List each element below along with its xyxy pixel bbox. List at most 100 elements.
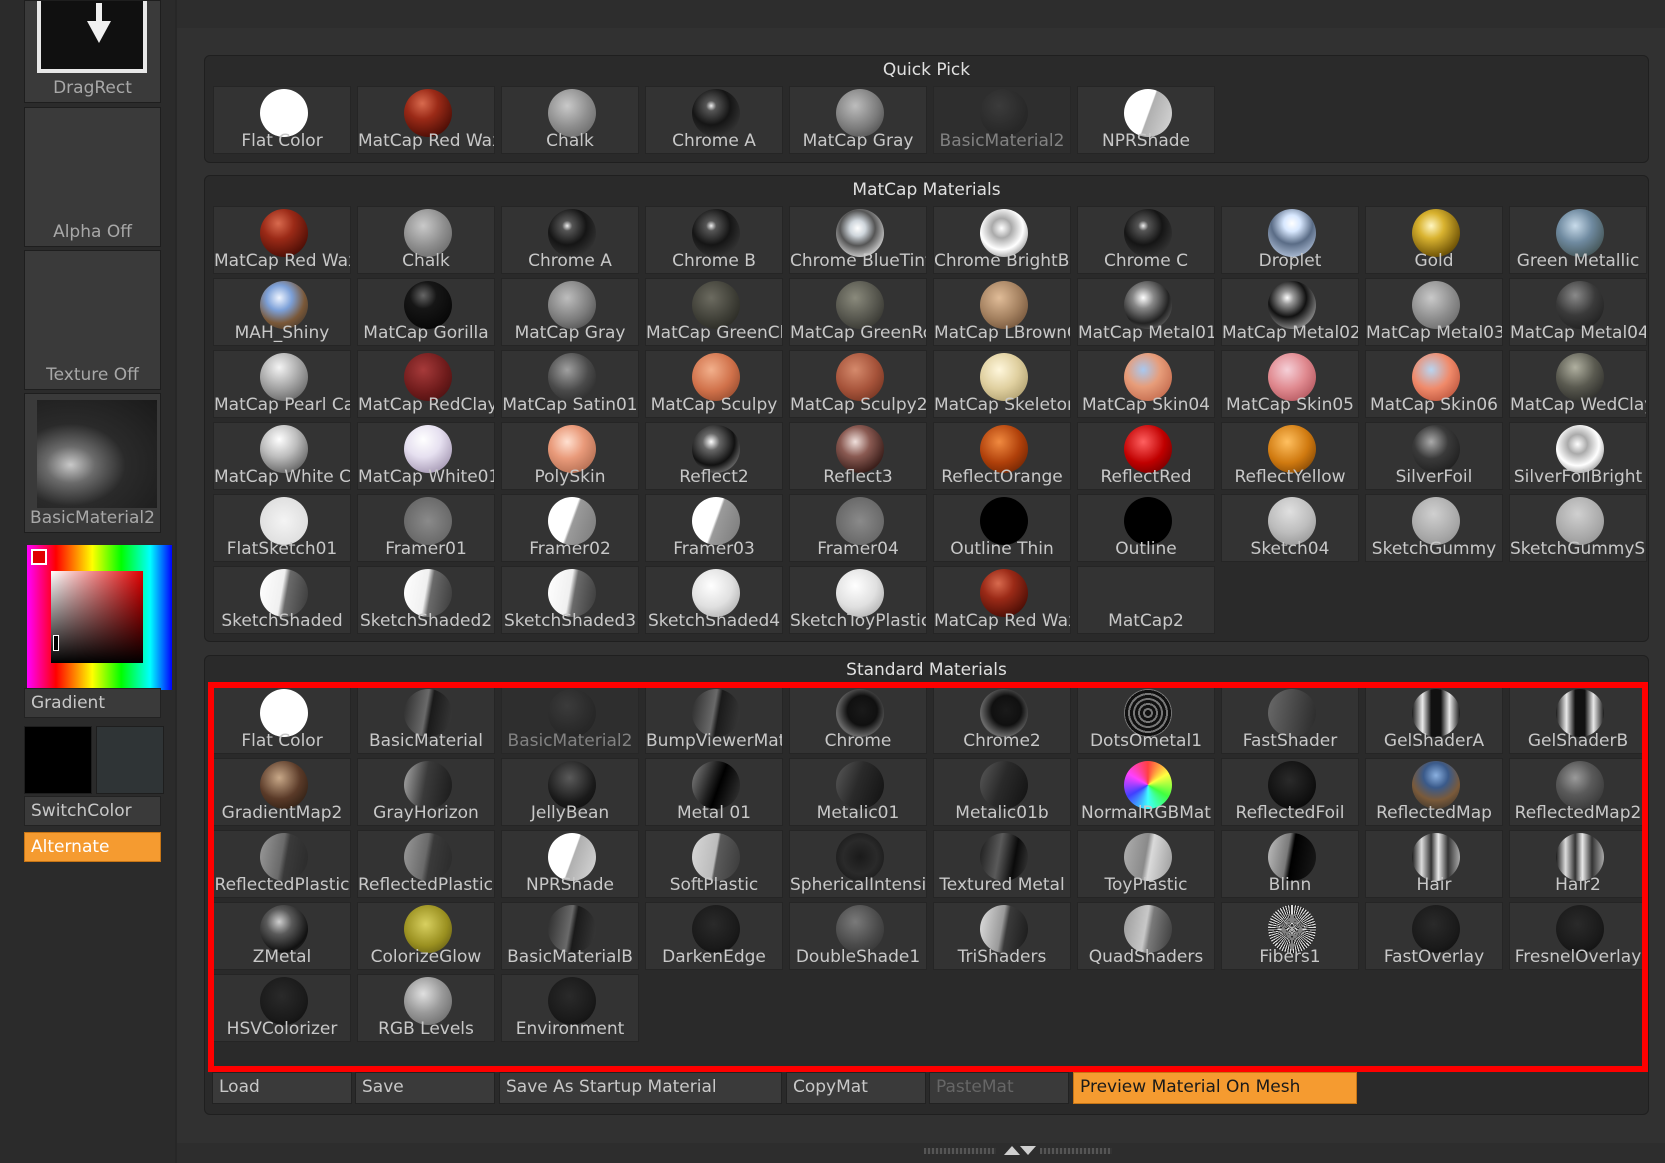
- material-chalk[interactable]: Chalk: [357, 206, 495, 274]
- material-matcap-red-wax[interactable]: MatCap Red Wax: [213, 206, 351, 274]
- texture-off-button[interactable]: Texture Off: [24, 250, 161, 390]
- material-sphericalintensity[interactable]: SphericalIntensity: [789, 830, 927, 898]
- material-outline-thin[interactable]: Outline Thin: [933, 494, 1071, 562]
- material-metalic01[interactable]: Metalic01: [789, 758, 927, 826]
- pastemat-button[interactable]: PasteMat: [929, 1072, 1069, 1104]
- material-matcap-metal02[interactable]: MatCap Metal02: [1221, 278, 1359, 346]
- material-gold[interactable]: Gold: [1365, 206, 1503, 274]
- material-toyplastic[interactable]: ToyPlastic: [1077, 830, 1215, 898]
- secondary-color-swatch[interactable]: [96, 726, 164, 794]
- material-matcap-metal01[interactable]: MatCap Metal01: [1077, 278, 1215, 346]
- material-outline[interactable]: Outline: [1077, 494, 1215, 562]
- material-sketchshaded2[interactable]: SketchShaded2: [357, 566, 495, 634]
- material-hair[interactable]: Hair: [1365, 830, 1503, 898]
- material-reflectred[interactable]: ReflectRed: [1077, 422, 1215, 490]
- material-hair2[interactable]: Hair2: [1509, 830, 1647, 898]
- material-matcap-gray[interactable]: MatCap Gray: [789, 86, 927, 154]
- copymat-button[interactable]: CopyMat: [786, 1072, 926, 1104]
- color-picker[interactable]: [27, 545, 172, 690]
- material-sketchtoyplastic[interactable]: SketchToyPlastic: [789, 566, 927, 634]
- material-green-metallic[interactable]: Green Metallic: [1509, 206, 1647, 274]
- dragrect-button[interactable]: DragRect: [24, 0, 161, 103]
- material-matcap-pearl-cav[interactable]: MatCap Pearl Cav: [213, 350, 351, 418]
- material-sketchshaded3[interactable]: SketchShaded3: [501, 566, 639, 634]
- material-textured-metal[interactable]: Textured Metal: [933, 830, 1071, 898]
- material-matcap-redclay[interactable]: MatCap RedClay: [357, 350, 495, 418]
- material-framer04[interactable]: Framer04: [789, 494, 927, 562]
- material-matcap-skin04[interactable]: MatCap Skin04: [1077, 350, 1215, 418]
- material-normalrgbmat[interactable]: NormalRGBMat: [1077, 758, 1215, 826]
- material-framer03[interactable]: Framer03: [645, 494, 783, 562]
- material-grayhorizon[interactable]: GrayHorizon: [357, 758, 495, 826]
- preview-material-button[interactable]: Preview Material On Mesh: [1073, 1072, 1357, 1104]
- material-chrome[interactable]: Chrome: [789, 686, 927, 754]
- material-fastoverlay[interactable]: FastOverlay: [1365, 902, 1503, 970]
- material-matcap-greenro[interactable]: MatCap GreenRo: [789, 278, 927, 346]
- panel-resize-handle[interactable]: [920, 1146, 1120, 1156]
- material-trishaders[interactable]: TriShaders: [933, 902, 1071, 970]
- material-reflectorange[interactable]: ReflectOrange: [933, 422, 1071, 490]
- material-reflectedmap[interactable]: ReflectedMap: [1365, 758, 1503, 826]
- material-matcap2[interactable]: MatCap2: [1077, 566, 1215, 634]
- switchcolor-button[interactable]: SwitchColor: [24, 796, 161, 826]
- material-nprshade[interactable]: NPRShade: [1077, 86, 1215, 154]
- material-environment[interactable]: Environment: [501, 974, 639, 1042]
- material-fastshader[interactable]: FastShader: [1221, 686, 1359, 754]
- material-matcap-gray[interactable]: MatCap Gray: [501, 278, 639, 346]
- material-reflect3[interactable]: Reflect3: [789, 422, 927, 490]
- material-silverfoilbright[interactable]: SilverFoilBright: [1509, 422, 1647, 490]
- material-gelshaderb[interactable]: GelShaderB: [1509, 686, 1647, 754]
- material-chrome-brightbl[interactable]: Chrome BrightBl: [933, 206, 1071, 274]
- material-reflectedfoil[interactable]: ReflectedFoil: [1221, 758, 1359, 826]
- material-gelshadera[interactable]: GelShaderA: [1365, 686, 1503, 754]
- material-chrome2[interactable]: Chrome2: [933, 686, 1071, 754]
- material-framer01[interactable]: Framer01: [357, 494, 495, 562]
- material-framer02[interactable]: Framer02: [501, 494, 639, 562]
- material-matcap-metal03[interactable]: MatCap Metal03: [1365, 278, 1503, 346]
- color-picker-sv-square[interactable]: [51, 571, 143, 663]
- material-reflect2[interactable]: Reflect2: [645, 422, 783, 490]
- material-colorizeglow[interactable]: ColorizeGlow: [357, 902, 495, 970]
- material-matcap-wedclay[interactable]: MatCap WedClay: [1509, 350, 1647, 418]
- material-mah-shiny[interactable]: MAH_Shiny: [213, 278, 351, 346]
- material-matcap-skin05[interactable]: MatCap Skin05: [1221, 350, 1359, 418]
- load-button[interactable]: Load: [212, 1072, 352, 1104]
- material-matcap-skin06[interactable]: MatCap Skin06: [1365, 350, 1503, 418]
- material-silverfoil[interactable]: SilverFoil: [1365, 422, 1503, 490]
- material-polyskin[interactable]: PolySkin: [501, 422, 639, 490]
- material-sketchshaded4[interactable]: SketchShaded4: [645, 566, 783, 634]
- material-matcap-greencl[interactable]: MatCap GreenCl: [645, 278, 783, 346]
- material-blinn[interactable]: Blinn: [1221, 830, 1359, 898]
- material-fibers1[interactable]: Fibers1: [1221, 902, 1359, 970]
- material-quadshaders[interactable]: QuadShaders: [1077, 902, 1215, 970]
- material-chrome-bluetint[interactable]: Chrome BlueTint: [789, 206, 927, 274]
- material-bumpviewermat[interactable]: BumpViewerMat: [645, 686, 783, 754]
- main-color-swatch[interactable]: [24, 726, 92, 794]
- material-flat-color[interactable]: Flat Color: [213, 86, 351, 154]
- material-dotsometal1[interactable]: DotsOmetal1: [1077, 686, 1215, 754]
- material-matcap-red-wax[interactable]: MatCap Red Wax: [357, 86, 495, 154]
- material-matcap-sculpy[interactable]: MatCap Sculpy: [645, 350, 783, 418]
- material-reflectyellow[interactable]: ReflectYellow: [1221, 422, 1359, 490]
- material-chrome-a[interactable]: Chrome A: [501, 206, 639, 274]
- gradient-button[interactable]: Gradient: [24, 688, 161, 718]
- material-flatsketch01[interactable]: FlatSketch01: [213, 494, 351, 562]
- material-matcap-red-wax[interactable]: MatCap Red Wax: [933, 566, 1071, 634]
- material-droplet[interactable]: Droplet: [1221, 206, 1359, 274]
- save-button[interactable]: Save: [355, 1072, 495, 1104]
- material-nprshade[interactable]: NPRShade: [501, 830, 639, 898]
- material-gradientmap2[interactable]: GradientMap2: [213, 758, 351, 826]
- material-basicmaterial[interactable]: BasicMaterial: [357, 686, 495, 754]
- material-softplastic[interactable]: SoftPlastic: [645, 830, 783, 898]
- material-matcap-lbrownc[interactable]: MatCap LBrownC: [933, 278, 1071, 346]
- material-sketchshaded[interactable]: SketchShaded: [213, 566, 351, 634]
- alpha-off-button[interactable]: Alpha Off: [24, 107, 161, 247]
- material-reflectedmap2[interactable]: ReflectedMap2: [1509, 758, 1647, 826]
- material-sketch04[interactable]: Sketch04: [1221, 494, 1359, 562]
- material-zmetal[interactable]: ZMetal: [213, 902, 351, 970]
- material-doubleshade1[interactable]: DoubleShade1: [789, 902, 927, 970]
- material-sketchgummy[interactable]: SketchGummy: [1365, 494, 1503, 562]
- color-picker-cursor[interactable]: [53, 635, 59, 651]
- material-rgb-levels[interactable]: RGB Levels: [357, 974, 495, 1042]
- material-matcap-white-cav[interactable]: MatCap White Cav: [213, 422, 351, 490]
